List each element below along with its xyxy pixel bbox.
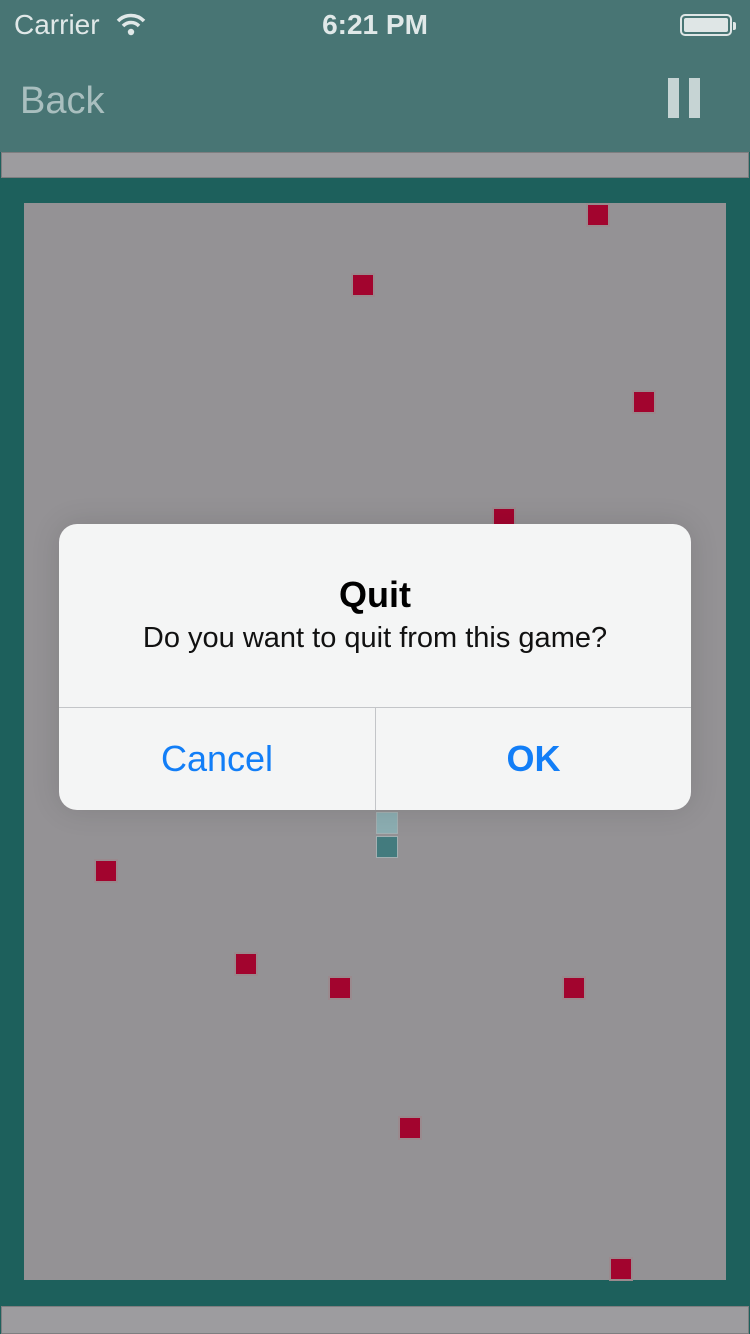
obstacle-block bbox=[400, 1118, 420, 1138]
snake-body bbox=[377, 837, 397, 857]
obstacle-block bbox=[353, 275, 373, 295]
nav-bar: Carrier 6:21 PM Back bbox=[0, 0, 750, 152]
obstacle-block bbox=[564, 978, 584, 998]
back-button[interactable]: Back bbox=[20, 80, 104, 123]
alert-title: Quit bbox=[339, 574, 411, 615]
status-bar: Carrier 6:21 PM bbox=[0, 0, 750, 50]
alert-message: Do you want to quit from this game? bbox=[142, 622, 608, 654]
obstacle-block bbox=[330, 978, 350, 998]
cancel-button[interactable]: Cancel bbox=[59, 708, 375, 810]
hud-bottom-bar bbox=[1, 1306, 749, 1334]
status-time: 6:21 PM bbox=[322, 9, 428, 40]
ok-button[interactable]: OK bbox=[376, 708, 691, 810]
obstacle-block bbox=[236, 954, 256, 974]
obstacle-block bbox=[634, 392, 654, 412]
obstacle-block bbox=[611, 1259, 631, 1279]
quit-alert-dialog: Quit Do you want to quit from this game?… bbox=[59, 524, 691, 810]
snake-head bbox=[377, 813, 397, 833]
hud-top-bar bbox=[1, 152, 749, 178]
obstacle-block bbox=[96, 861, 116, 881]
pause-icon[interactable] bbox=[668, 78, 700, 118]
battery-icon bbox=[680, 14, 736, 36]
obstacle-block bbox=[588, 205, 608, 225]
